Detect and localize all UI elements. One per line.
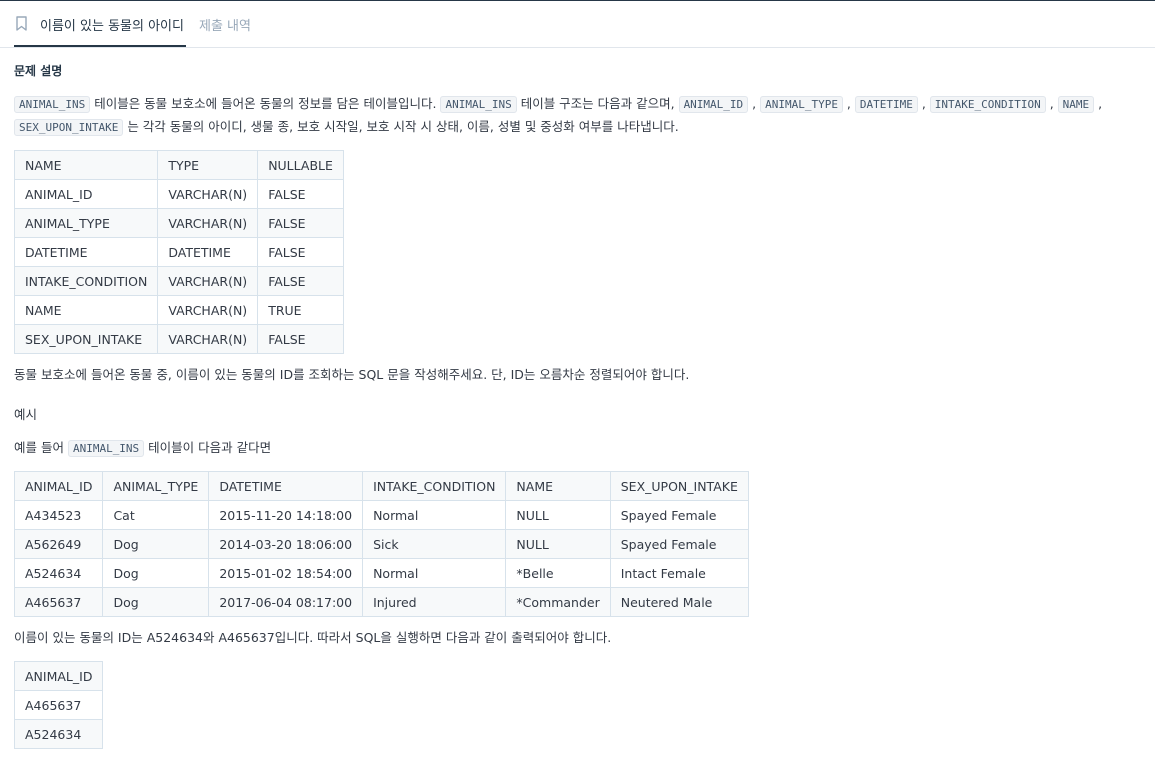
table-cell: Spayed Female — [609, 529, 749, 559]
bookmark-icon — [16, 16, 27, 31]
table-cell: *Commander — [505, 587, 611, 617]
code-animal-ins: ANIMAL_INS — [440, 96, 517, 113]
code-animal-ins: ANIMAL_INS — [14, 96, 91, 113]
table-cell: FALSE — [257, 237, 344, 267]
code-name: NAME — [1057, 96, 1095, 113]
table-cell: *Belle — [505, 558, 611, 588]
intro-line-2: SEX_UPON_INTAKE 는 각각 동물의 아이디, 생물 종, 보호 시… — [14, 115, 679, 139]
table-header-row: ANIMAL_ID ANIMAL_TYPE DATETIME INTAKE_CONDI… — [13, 471, 749, 501]
table-cell: Dog — [102, 529, 210, 559]
table-header-cell: TYPE — [157, 150, 259, 180]
table-cell: SEX_UPON_INTAKE — [13, 324, 159, 354]
table-row: A465637 — [13, 690, 104, 720]
schema-table: NAME TYPE NULLABLE ANIMAL_ID VARCHAR(N) FALSE… — [13, 150, 344, 354]
intro-line-1: ANIMAL_INS 테이블은 동물 보호소에 들어온 동물의 정보를 담은 테… — [14, 92, 1102, 116]
table-row: A562649 Dog 2014-03-20 18:06:00 Sick NULL Spa… — [13, 529, 749, 559]
table-row: SEX_UPON_INTAKE VARCHAR(N) FALSE — [13, 324, 344, 354]
table-row: ANIMAL_ID VARCHAR(N) FALSE — [13, 179, 344, 209]
table-row: DATETIME DATETIME FALSE — [13, 237, 344, 267]
table-header-cell: NULLABLE — [257, 150, 344, 180]
table-cell: Sick — [362, 529, 507, 559]
table-row: A524634 — [13, 719, 104, 749]
table-cell: Normal — [362, 500, 507, 530]
table-cell: DATETIME — [13, 237, 159, 267]
table-cell: Cat — [102, 500, 210, 530]
table-row: INTAKE_CONDITION VARCHAR(N) FALSE — [13, 266, 344, 296]
table-cell: 2015-11-20 14:18:00 — [208, 500, 364, 530]
tab-bar: 이름이 있는 동물의 아이디 제출 내역 — [0, 1, 1155, 48]
table-header-cell: INTAKE_CONDITION — [362, 471, 507, 501]
table-cell: NULL — [505, 529, 611, 559]
example-intro: 예를 들어 ANIMAL_INS 테이블이 다음과 같다면 — [14, 440, 272, 457]
table-header-cell: DATETIME — [208, 471, 364, 501]
example-title: 예시 — [14, 407, 38, 422]
table-row: NAME VARCHAR(N) TRUE — [13, 295, 344, 325]
code-animal-ins: ANIMAL_INS — [67, 440, 145, 457]
code-animal-type: ANIMAL_TYPE — [760, 96, 843, 113]
table-cell: INTAKE_CONDITION — [13, 266, 159, 296]
tab-problem-label: 이름이 있는 동물의 아이디 — [40, 19, 184, 34]
table-cell: ANIMAL_TYPE — [13, 208, 159, 238]
section-title: 문제 설명 — [14, 64, 63, 78]
tab-problem[interactable]: 이름이 있는 동물의 아이디 — [14, 1, 186, 47]
table-cell: NAME — [13, 295, 159, 325]
table-cell: Injured — [362, 587, 507, 617]
code-animal-id: ANIMAL_ID — [678, 96, 749, 113]
result-table: ANIMAL_ID A465637 A524634 — [13, 661, 104, 749]
table-cell: FALSE — [257, 208, 344, 238]
table-cell: A524634 — [13, 719, 104, 749]
example-table: ANIMAL_ID ANIMAL_TYPE DATETIME INTAKE_CONDI… — [13, 471, 749, 617]
table-cell: TRUE — [257, 295, 344, 325]
table-cell: 2014-03-20 18:06:00 — [208, 529, 364, 559]
table-row: ANIMAL_TYPE VARCHAR(N) FALSE — [13, 208, 344, 238]
table-header-cell: ANIMAL_ID — [13, 471, 104, 501]
table-cell: Neutered Male — [609, 587, 749, 617]
table-cell: A524634 — [13, 558, 104, 588]
table-header-cell: NAME — [505, 471, 611, 501]
table-cell: Dog — [102, 587, 210, 617]
table-cell: VARCHAR(N) — [157, 266, 259, 296]
table-cell: 2017-06-04 08:17:00 — [208, 587, 364, 617]
table-row: A524634 Dog 2015-01-02 18:54:00 Normal *Bell… — [13, 558, 749, 588]
table-cell: A434523 — [13, 500, 104, 530]
table-cell: FALSE — [257, 179, 344, 209]
table-cell: Dog — [102, 558, 210, 588]
table-cell: DATETIME — [157, 237, 259, 267]
table-cell: VARCHAR(N) — [157, 208, 259, 238]
table-cell: A465637 — [13, 690, 104, 720]
table-cell: Spayed Female — [609, 500, 749, 530]
table-cell: A562649 — [13, 529, 104, 559]
code-sex-upon-intake: SEX_UPON_INTAKE — [14, 119, 124, 136]
table-cell: VARCHAR(N) — [157, 179, 259, 209]
tab-submissions[interactable]: 제출 내역 — [199, 15, 251, 34]
table-header-cell: SEX_UPON_INTAKE — [609, 471, 749, 501]
table-header-cell: ANIMAL_TYPE — [102, 471, 210, 501]
table-cell: ANIMAL_ID — [13, 179, 159, 209]
table-header-row: ANIMAL_ID — [13, 661, 104, 691]
result-text: 이름이 있는 동물의 ID는 A524634와 A465637입니다. 따라서 … — [14, 630, 612, 645]
table-cell: VARCHAR(N) — [157, 295, 259, 325]
code-datetime: DATETIME — [854, 96, 918, 113]
table-cell: 2015-01-02 18:54:00 — [208, 558, 364, 588]
table-cell: FALSE — [257, 266, 344, 296]
code-intake-condition: INTAKE_CONDITION — [929, 96, 1046, 113]
table-row: A465637 Dog 2017-06-04 08:17:00 Injured *Com… — [13, 587, 749, 617]
question-text: 동물 보호소에 들어온 동물 중, 이름이 있는 동물의 ID를 조회하는 SQ… — [14, 367, 690, 382]
table-row: A434523 Cat 2015-11-20 14:18:00 Normal NULL S… — [13, 500, 749, 530]
table-cell: A465637 — [13, 587, 104, 617]
table-header-cell: ANIMAL_ID — [13, 661, 104, 691]
table-cell: Intact Female — [609, 558, 749, 588]
table-header-row: NAME TYPE NULLABLE — [13, 150, 344, 180]
table-cell: FALSE — [257, 324, 344, 354]
table-cell: Normal — [362, 558, 507, 588]
table-cell: NULL — [505, 500, 611, 530]
table-cell: VARCHAR(N) — [157, 324, 259, 354]
table-header-cell: NAME — [13, 150, 159, 180]
